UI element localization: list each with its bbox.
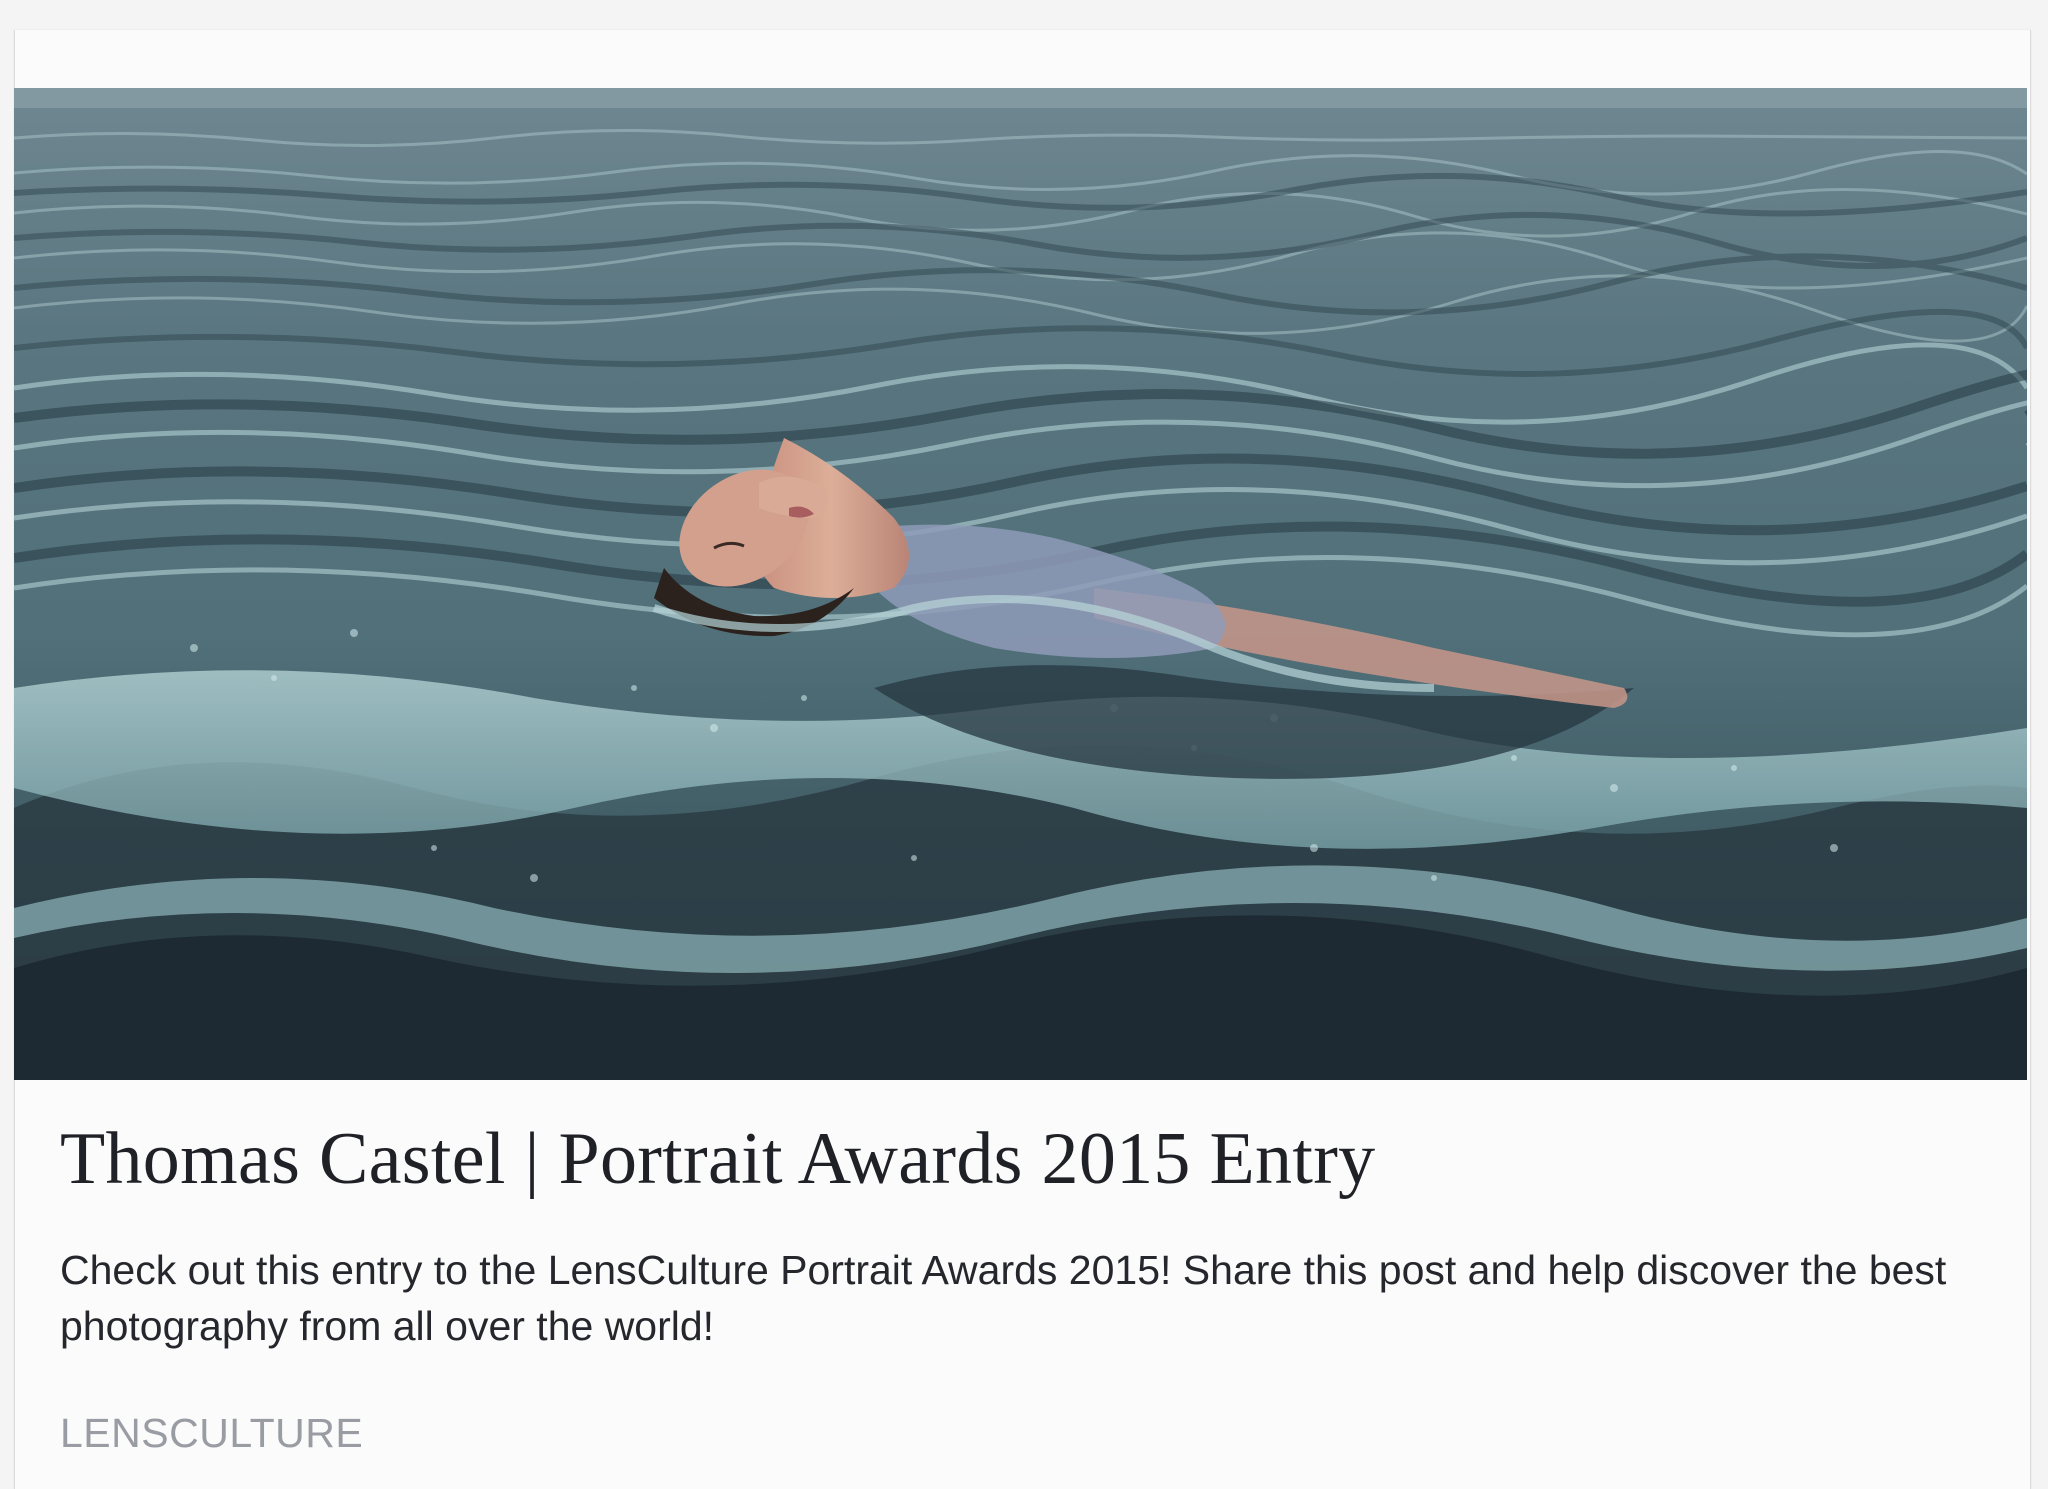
card-source-domain: LENSCULTURE: [60, 1410, 364, 1456]
card-title[interactable]: Thomas Castel | Portrait Awards 2015 Ent…: [60, 1122, 1375, 1196]
sea-photo-graphic: [14, 88, 2027, 1080]
card-description: Check out this entry to the LensCulture …: [60, 1247, 1947, 1349]
page: Thomas Castel | Portrait Awards 2015 Ent…: [0, 0, 2048, 1489]
preview-image[interactable]: [14, 88, 2027, 1080]
